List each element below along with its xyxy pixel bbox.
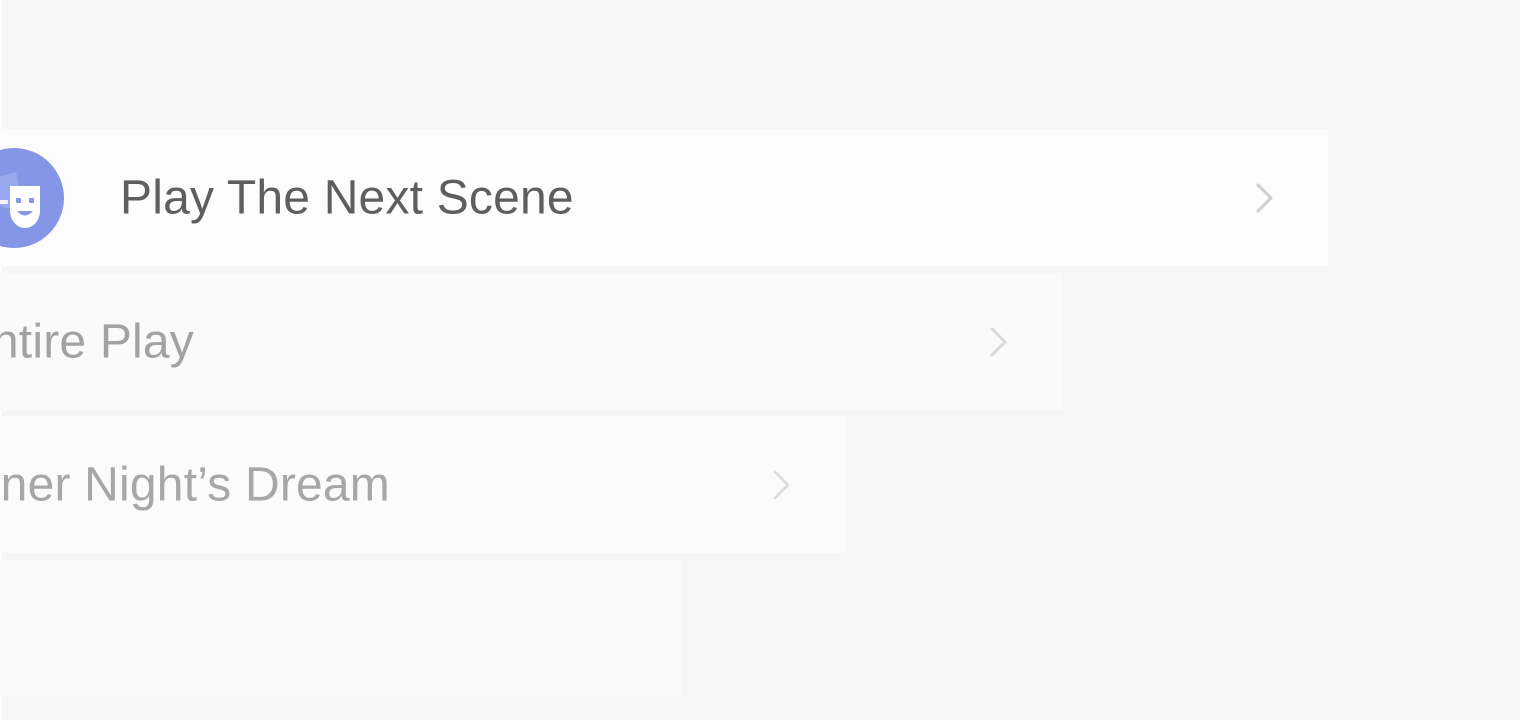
- menu-item-empty[interactable]: [0, 560, 682, 697]
- menu-stack: Play The Next Scene ntire Play ner Night…: [0, 0, 1520, 720]
- menu-item-play-next-scene[interactable]: Play The Next Scene: [0, 129, 1328, 266]
- theater-mask-icon: [0, 148, 64, 248]
- chevron-right-icon: [990, 327, 1007, 356]
- menu-item-label: Play The Next Scene: [120, 171, 574, 224]
- menu-item-entire-play[interactable]: ntire Play: [0, 273, 1062, 410]
- chevron-right-icon: [773, 470, 790, 499]
- menu-item-midsummer-nights-dream[interactable]: ner Night’s Dream: [0, 416, 845, 553]
- menu-item-label: ntire Play: [0, 315, 194, 368]
- menu-item-label: ner Night’s Dream: [0, 458, 390, 511]
- chevron-right-icon: [1256, 183, 1273, 212]
